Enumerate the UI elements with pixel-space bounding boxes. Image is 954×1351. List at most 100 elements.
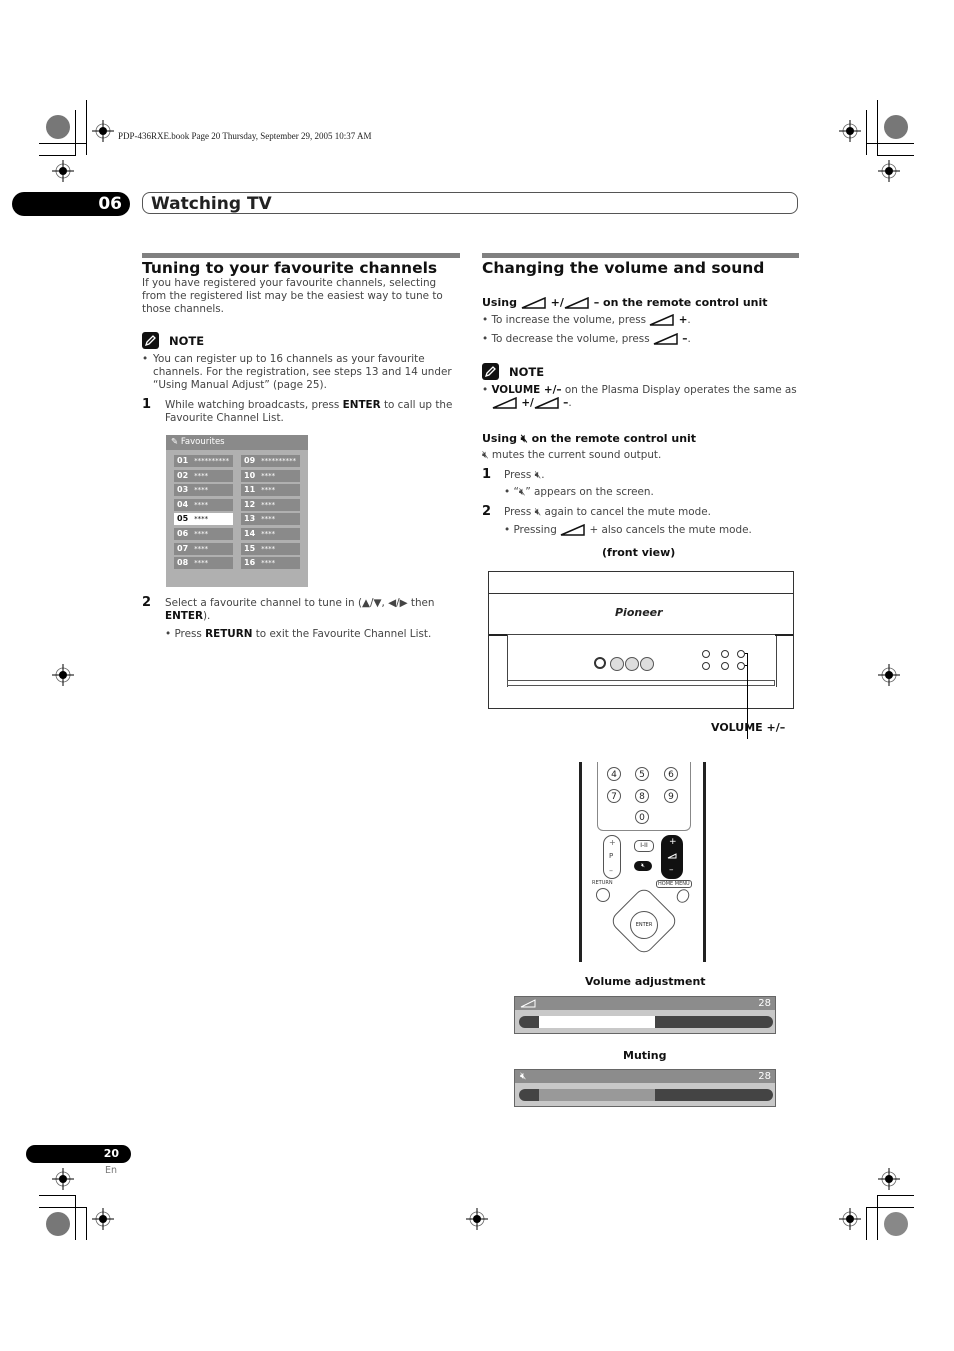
crop-mark	[75, 1195, 76, 1240]
subheading-mute: Using 🔇︎ on the remote control unit	[482, 432, 697, 445]
color-target-icon	[46, 115, 70, 139]
volume-icon	[667, 853, 677, 859]
favourite-channel-item[interactable]: 01 **********	[174, 455, 233, 467]
bullet-increase: • To increase the volume, press +.	[482, 314, 691, 326]
volume-icon	[653, 333, 678, 345]
mute-level-fill	[539, 1089, 655, 1101]
color-target-icon	[46, 1212, 70, 1236]
remote-i-ii-button[interactable]: I-II	[634, 840, 654, 852]
step-number: 2	[482, 504, 492, 519]
volume-up-button[interactable]	[737, 650, 745, 658]
registration-mark-icon	[839, 120, 861, 142]
volume-callout-label: VOLUME +/–	[711, 721, 786, 734]
registration-mark-icon	[878, 160, 900, 182]
mute-step-2-bullet: • Pressing + also cancels the mute mode.	[504, 524, 752, 536]
section-title-volume: Changing the volume and sound	[482, 259, 765, 277]
registration-mark-icon	[52, 664, 74, 686]
page-number: 20	[26, 1145, 131, 1163]
favourite-channel-item[interactable]: 14 ****	[241, 528, 300, 540]
audio-r-jack-icon	[640, 657, 654, 671]
step-1-text: While watching broadcasts, press ENTER t…	[165, 399, 453, 424]
volume-icon	[560, 524, 585, 536]
volume-icon	[492, 397, 517, 409]
remote-digit-button[interactable]: 5	[635, 767, 649, 781]
color-target-icon	[884, 1212, 908, 1236]
step-number: 1	[142, 397, 152, 412]
crop-mark	[877, 155, 914, 156]
pencil-note-icon	[142, 332, 159, 349]
chapter-title: Watching TV	[142, 192, 798, 214]
mute-level-bar	[519, 1089, 773, 1101]
favourite-channel-item[interactable]: 16 ****	[241, 557, 300, 570]
remote-enter-button[interactable]: ENTER	[630, 911, 658, 939]
remote-home-menu-button[interactable]	[674, 886, 692, 906]
input-button[interactable]	[702, 662, 710, 670]
section-title-favourites: Tuning to your favourite channels	[142, 259, 438, 277]
front-view-label: (front view)	[602, 546, 676, 559]
remote-digit-button[interactable]: 8	[635, 789, 649, 803]
standby-button[interactable]	[702, 650, 710, 658]
mute-icon: 🔇︎	[520, 432, 528, 445]
volume-osd: 28	[514, 996, 776, 1034]
crop-mark	[877, 1195, 878, 1240]
remote-volume-rocker[interactable]: + –	[661, 835, 683, 879]
channel-down-button[interactable]	[721, 662, 729, 670]
muting-label: Muting	[623, 1049, 667, 1062]
color-target-icon	[884, 115, 908, 139]
channel-up-button[interactable]	[721, 650, 729, 658]
remote-channel-rocker[interactable]: + P –	[603, 835, 621, 879]
volume-icon	[521, 297, 546, 309]
remote-digit-button[interactable]: 7	[607, 789, 621, 803]
favourite-channel-item[interactable]: 15 ****	[241, 542, 300, 555]
registration-mark-icon	[839, 1208, 861, 1230]
crop-mark	[866, 110, 867, 155]
mute-description: 🔇︎ mutes the current sound output.	[482, 449, 662, 461]
step-2-bullet: • Press RETURN to exit the Favourite Cha…	[165, 628, 432, 640]
favourite-channel-item[interactable]: 04 ****	[174, 498, 233, 511]
remote-return-button[interactable]	[596, 888, 610, 902]
mute-icon: 🔇︎	[534, 469, 542, 481]
registration-mark-icon	[92, 120, 114, 142]
mute-step-2: Press 🔇︎ again to cancel the mute mode.	[504, 506, 711, 518]
mute-osd: 🔇︎ 28	[514, 1069, 776, 1107]
crop-mark	[39, 143, 87, 144]
favourite-channel-item[interactable]: 06 ****	[174, 528, 233, 540]
registration-mark-icon	[92, 1208, 114, 1230]
chapter-number: 06	[12, 192, 130, 216]
remote-mute-button[interactable]: 🔇︎	[634, 861, 652, 871]
subheading-volume-buttons: Using +/ – on the remote control unit	[482, 296, 768, 309]
favourite-channel-item[interactable]: 03 ****	[174, 484, 233, 497]
plasma-display-front-view: Pioneer	[488, 571, 794, 739]
favourites-list-screen: ✎ Favourites 01 ********** 02 **** 03 **** 04 *…	[166, 435, 308, 587]
mute-icon: 🔇︎	[520, 1071, 527, 1082]
volume-down-button[interactable]	[737, 662, 745, 670]
favourite-channel-item[interactable]: 09 **********	[241, 455, 300, 467]
favourite-channel-item[interactable]: 10 ****	[241, 469, 300, 482]
note-heading: NOTE	[482, 361, 544, 380]
intro-text: If you have registered your favourite ch…	[142, 277, 443, 315]
favourite-channel-item[interactable]: 08 ****	[174, 557, 233, 570]
crop-mark	[39, 155, 76, 156]
print-header: PDP-436RXE.book Page 20 Thursday, Septem…	[118, 131, 372, 141]
section-divider	[142, 253, 460, 258]
mute-step-1: Press 🔇︎.	[504, 469, 545, 481]
remote-digit-button[interactable]: 0	[635, 810, 649, 824]
favourite-channel-item[interactable]: 05 ****	[174, 513, 233, 526]
mute-volume-value: 28	[758, 1071, 771, 1082]
favourite-channel-item[interactable]: 07 ****	[174, 542, 233, 555]
bullet-decrease: • To decrease the volume, press –.	[482, 333, 691, 345]
registration-mark-icon	[466, 1208, 488, 1230]
favourite-channel-item[interactable]: 12 ****	[241, 498, 300, 511]
remote-digit-button[interactable]: 6	[664, 767, 678, 781]
audio-l-jack-icon	[625, 657, 639, 671]
volume-icon	[564, 297, 589, 309]
volume-adjustment-label: Volume adjustment	[585, 975, 706, 988]
step-number: 1	[482, 467, 492, 482]
favourite-channel-item[interactable]: 02 ****	[174, 469, 233, 482]
section-divider	[482, 253, 799, 258]
remote-digit-button[interactable]: 9	[664, 789, 678, 803]
favourite-channel-item[interactable]: 13 ****	[241, 513, 300, 526]
favourite-channel-item[interactable]: 11 ****	[241, 484, 300, 497]
crop-mark	[39, 1207, 87, 1208]
remote-digit-button[interactable]: 4	[607, 767, 621, 781]
